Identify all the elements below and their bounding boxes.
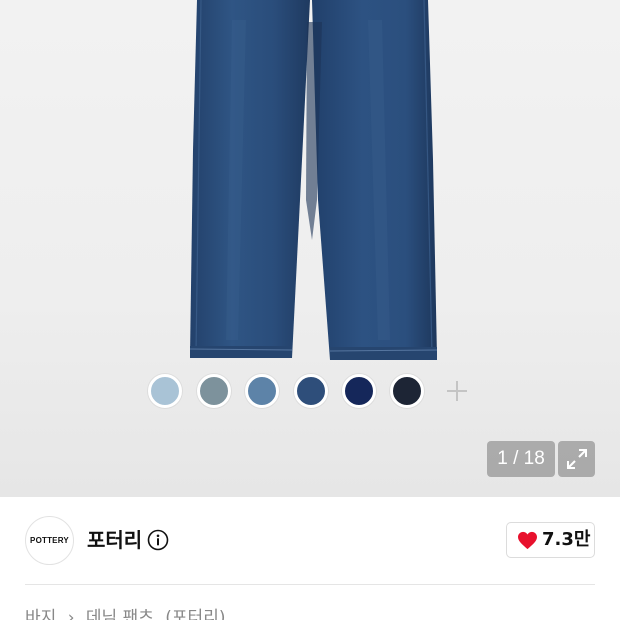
product-photo bbox=[189, 0, 438, 360]
swatch-denim-blue[interactable] bbox=[294, 374, 328, 408]
like-button[interactable]: 7.3만 bbox=[506, 522, 595, 558]
info-icon[interactable] bbox=[147, 529, 169, 551]
brand-row: POTTERY 포터리 7.3만 bbox=[0, 497, 620, 585]
swatch-dark-navy[interactable] bbox=[390, 374, 424, 408]
expand-icon bbox=[567, 449, 587, 469]
product-page: 1 / 18 POTTERY 포터리 7.3만 바지 › 데님 팬츠 (포터리) bbox=[0, 0, 620, 620]
breadcrumb-item-subcategory[interactable]: 데님 팬츠 bbox=[86, 608, 154, 620]
like-count: 7.3만 bbox=[542, 529, 591, 550]
swatch-light-blue[interactable] bbox=[148, 374, 182, 408]
brand-name[interactable]: 포터리 bbox=[87, 527, 142, 553]
breadcrumb-separator: › bbox=[67, 608, 75, 620]
plus-icon[interactable] bbox=[442, 376, 472, 406]
swatch-mid-blue[interactable] bbox=[245, 374, 279, 408]
product-image-carousel[interactable]: 1 / 18 bbox=[0, 0, 620, 497]
swatch-navy[interactable] bbox=[342, 374, 376, 408]
heart-icon bbox=[518, 531, 537, 550]
divider bbox=[25, 584, 595, 585]
expand-button[interactable] bbox=[558, 441, 595, 477]
breadcrumb: 바지 › 데님 팬츠 (포터리) bbox=[25, 607, 231, 620]
image-counter: 1 / 18 bbox=[487, 441, 555, 477]
swatch-grey-blue[interactable] bbox=[197, 374, 231, 408]
breadcrumb-item-category[interactable]: 바지 bbox=[25, 608, 56, 620]
breadcrumb-item-brand[interactable]: (포터리) bbox=[165, 608, 225, 620]
brand-logo[interactable]: POTTERY bbox=[25, 516, 74, 565]
